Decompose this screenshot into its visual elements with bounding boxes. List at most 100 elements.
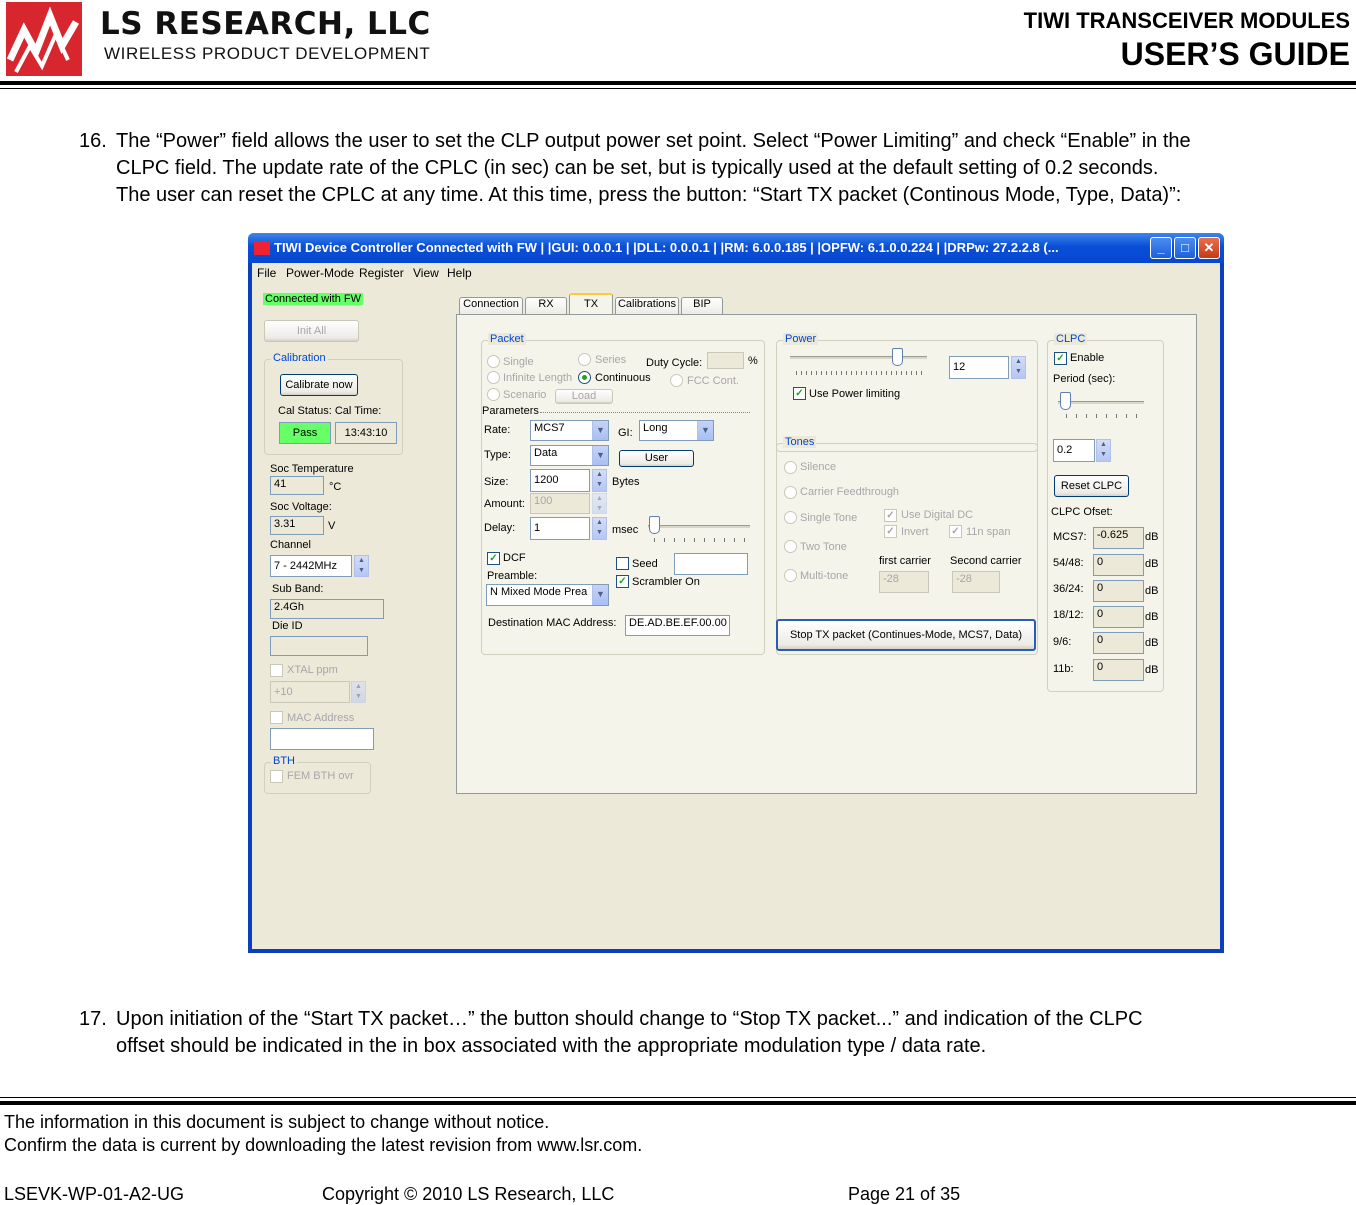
- silence-label: Silence: [800, 461, 837, 473]
- xtal-ppm-spinner[interactable]: ▲ ▼: [351, 681, 366, 703]
- tab-connection[interactable]: Connection: [459, 297, 523, 314]
- clpc-group-title: CLPC: [1054, 333, 1088, 345]
- infinite-length-radio[interactable]: [487, 371, 500, 384]
- type-select[interactable]: Data ▼: [530, 445, 609, 466]
- scrambler-checkbox[interactable]: ✓: [616, 575, 629, 588]
- clpc-enable-checkbox[interactable]: ✓: [1054, 352, 1067, 365]
- two-tone-radio[interactable]: [784, 540, 797, 553]
- clpc-period-label: Period (sec):: [1053, 373, 1116, 385]
- reset-clpc-button[interactable]: Reset CLPC: [1054, 475, 1129, 497]
- clpc-period-slider-ticks: [1066, 414, 1144, 418]
- power-slider-thumb[interactable]: [892, 348, 903, 366]
- size-field[interactable]: 1200: [530, 469, 590, 492]
- close-icon[interactable]: ✕: [1198, 237, 1220, 259]
- mac-address-checkbox[interactable]: [270, 711, 283, 724]
- window-titlebar: TIWI Device Controller Connected with FW…: [248, 233, 1224, 263]
- rate-select[interactable]: MCS7 ▼: [530, 420, 609, 441]
- single-tone-radio[interactable]: [784, 511, 797, 524]
- power-spinner[interactable]: ▲ ▼: [1011, 356, 1026, 379]
- mac-address-field[interactable]: [270, 728, 374, 750]
- preamble-label: Preamble:: [487, 570, 538, 582]
- channel-spinner[interactable]: ▲ ▼: [354, 555, 369, 577]
- die-id-field: [270, 636, 368, 656]
- calibrate-now-button[interactable]: Calibrate now: [280, 374, 358, 396]
- second-carrier-label: Second carrier: [950, 555, 1022, 567]
- destination-mac-field[interactable]: DE.AD.BE.EF.00.00: [625, 615, 730, 636]
- duty-cycle-field: [707, 352, 744, 369]
- use-power-limiting-checkbox[interactable]: ✓: [793, 387, 806, 400]
- preamble-select[interactable]: N Mixed Mode Prea ▼: [486, 584, 609, 606]
- dcf-checkbox[interactable]: ✓: [487, 552, 500, 565]
- seed-label: Seed: [632, 558, 658, 570]
- clpc-period-slider-thumb[interactable]: [1060, 392, 1071, 410]
- series-radio[interactable]: [578, 353, 591, 366]
- rate-value: MCS7: [534, 422, 565, 434]
- tab-calibrations[interactable]: Calibrations: [615, 297, 679, 314]
- clpc-row-unit: dB: [1145, 585, 1159, 597]
- scenario-radio[interactable]: [487, 388, 500, 401]
- delay-slider-thumb[interactable]: [649, 516, 660, 534]
- use-digital-dc-checkbox[interactable]: ✓: [884, 509, 897, 522]
- clpc-row-value: 0: [1093, 554, 1144, 576]
- device-controller-window: TIWI Device Controller Connected with FW…: [248, 233, 1224, 953]
- silence-radio[interactable]: [784, 461, 797, 474]
- fem-bth-checkbox[interactable]: [270, 770, 283, 783]
- clpc-period-spinner[interactable]: ▲ ▼: [1096, 439, 1111, 462]
- tab-tx[interactable]: TX: [569, 293, 613, 315]
- seed-checkbox[interactable]: [616, 557, 629, 570]
- step-17: 17. Upon initiation of the “Start TX pac…: [79, 1006, 1354, 1060]
- size-spinner[interactable]: ▲ ▼: [592, 469, 607, 492]
- scrambler-label: Scrambler On: [632, 576, 700, 588]
- parameters-divider: [540, 412, 750, 413]
- clpc-row-unit: dB: [1145, 558, 1159, 570]
- clpc-row-label: 9/6:: [1053, 636, 1072, 648]
- continuous-radio[interactable]: [578, 371, 591, 384]
- header-rule: [0, 81, 1356, 85]
- chevron-down-icon: ▼: [592, 421, 608, 440]
- menu-register[interactable]: Register: [359, 266, 404, 280]
- delay-field[interactable]: 1: [530, 517, 590, 540]
- single-tone-label: Single Tone: [800, 512, 858, 524]
- xtal-ppm-checkbox[interactable]: [270, 664, 283, 677]
- carrier-feedthrough-radio[interactable]: [784, 486, 797, 499]
- 11n-span-checkbox[interactable]: ✓: [949, 525, 962, 538]
- delay-spinner[interactable]: ▲ ▼: [592, 517, 607, 540]
- connection-status: Connected with FW: [263, 293, 363, 305]
- power-value-field[interactable]: 12: [949, 356, 1009, 379]
- channel-label: Channel: [270, 539, 311, 551]
- user-button[interactable]: User: [619, 450, 694, 467]
- single-radio[interactable]: [487, 355, 500, 368]
- footer-doc-id: LSEVK-WP-01-A2-UG: [4, 1184, 185, 1204]
- invert-checkbox[interactable]: ✓: [884, 525, 897, 538]
- clpc-row-unit: dB: [1145, 611, 1159, 623]
- soc-temperature-unit: °C: [329, 481, 342, 493]
- delay-slider-track[interactable]: [648, 525, 750, 528]
- clpc-period-field[interactable]: 0.2: [1053, 439, 1095, 462]
- multi-tone-radio[interactable]: [784, 569, 797, 582]
- fcc-cont-radio[interactable]: [670, 374, 683, 387]
- gi-select[interactable]: Long ▼: [639, 420, 714, 441]
- clpc-row-value: 0: [1093, 659, 1144, 681]
- power-slider-track[interactable]: [790, 356, 927, 359]
- tab-bip[interactable]: BIP: [681, 297, 723, 314]
- maximize-icon[interactable]: □: [1174, 237, 1196, 259]
- init-all-button[interactable]: Init All: [264, 320, 359, 342]
- fem-bth-label: FEM BTH ovr: [287, 770, 354, 782]
- menu-view[interactable]: View: [413, 266, 439, 280]
- menu-help[interactable]: Help: [447, 266, 472, 280]
- amount-spinner[interactable]: ▲ ▼: [592, 493, 607, 514]
- stop-tx-packet-button[interactable]: Stop TX packet (Continues-Mode, MCS7, Da…: [776, 619, 1036, 651]
- tab-rx[interactable]: RX: [525, 297, 567, 314]
- load-button[interactable]: Load: [555, 389, 613, 404]
- seed-field[interactable]: [674, 553, 748, 575]
- header-rule-thin: [0, 88, 1356, 89]
- xtal-ppm-field: +10: [270, 681, 350, 703]
- document-title: TIWI TRANSCEIVER MODULES: [1023, 8, 1350, 33]
- menu-power-mode[interactable]: Power-Mode: [286, 266, 354, 280]
- scenario-label: Scenario: [503, 389, 547, 401]
- minimize-icon[interactable]: _: [1150, 237, 1172, 259]
- channel-field[interactable]: 7 - 2442MHz: [270, 555, 352, 577]
- step-17-line: offset should be indicated in the in box…: [116, 1035, 987, 1057]
- menu-file[interactable]: File: [257, 266, 276, 280]
- packet-group-title: Packet: [488, 333, 526, 345]
